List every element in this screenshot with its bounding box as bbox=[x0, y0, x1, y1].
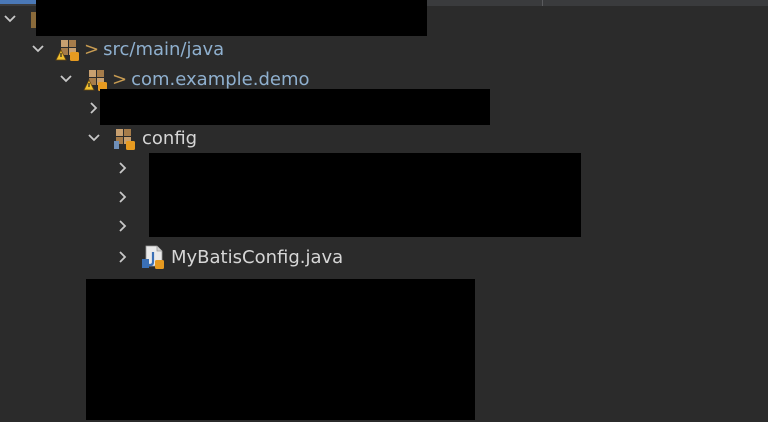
chevron-down-icon[interactable] bbox=[84, 123, 104, 153]
chevron-down-icon[interactable] bbox=[28, 34, 48, 64]
tree-row-source-folder[interactable]: > src/main/java bbox=[28, 34, 224, 64]
redacted-block bbox=[36, 0, 427, 36]
chevron-right-icon[interactable] bbox=[113, 211, 133, 241]
tree-row-config[interactable]: config bbox=[84, 123, 197, 153]
tree-row-collapsed[interactable] bbox=[113, 211, 133, 241]
chevron-down-icon[interactable] bbox=[56, 64, 76, 94]
redacted-block bbox=[86, 279, 475, 420]
view-divider bbox=[542, 0, 543, 6]
chevron-right-icon[interactable] bbox=[113, 242, 133, 272]
tree-item-label[interactable]: src/main/java bbox=[103, 39, 224, 60]
chevron-down-icon[interactable] bbox=[0, 4, 20, 34]
tree-item-label[interactable]: config bbox=[142, 128, 197, 149]
package-folder-warning-icon bbox=[54, 35, 82, 63]
tree-row-mybatis-config[interactable]: MyBatisConfig.java bbox=[113, 242, 343, 272]
tree-row-collapsed[interactable] bbox=[113, 182, 133, 212]
tree-item-label[interactable]: MyBatisConfig.java bbox=[171, 247, 343, 268]
decorator-prefix: > bbox=[84, 38, 100, 60]
package-icon bbox=[110, 124, 138, 152]
chevron-right-icon[interactable] bbox=[113, 153, 133, 183]
redacted-block bbox=[149, 153, 581, 237]
decorator-prefix: > bbox=[112, 68, 128, 90]
java-file-icon bbox=[139, 243, 167, 271]
tree-row-collapsed[interactable] bbox=[113, 153, 133, 183]
tree-item-label[interactable]: com.example.demo bbox=[131, 69, 309, 90]
chevron-right-icon[interactable] bbox=[113, 182, 133, 212]
redacted-block bbox=[100, 89, 490, 125]
